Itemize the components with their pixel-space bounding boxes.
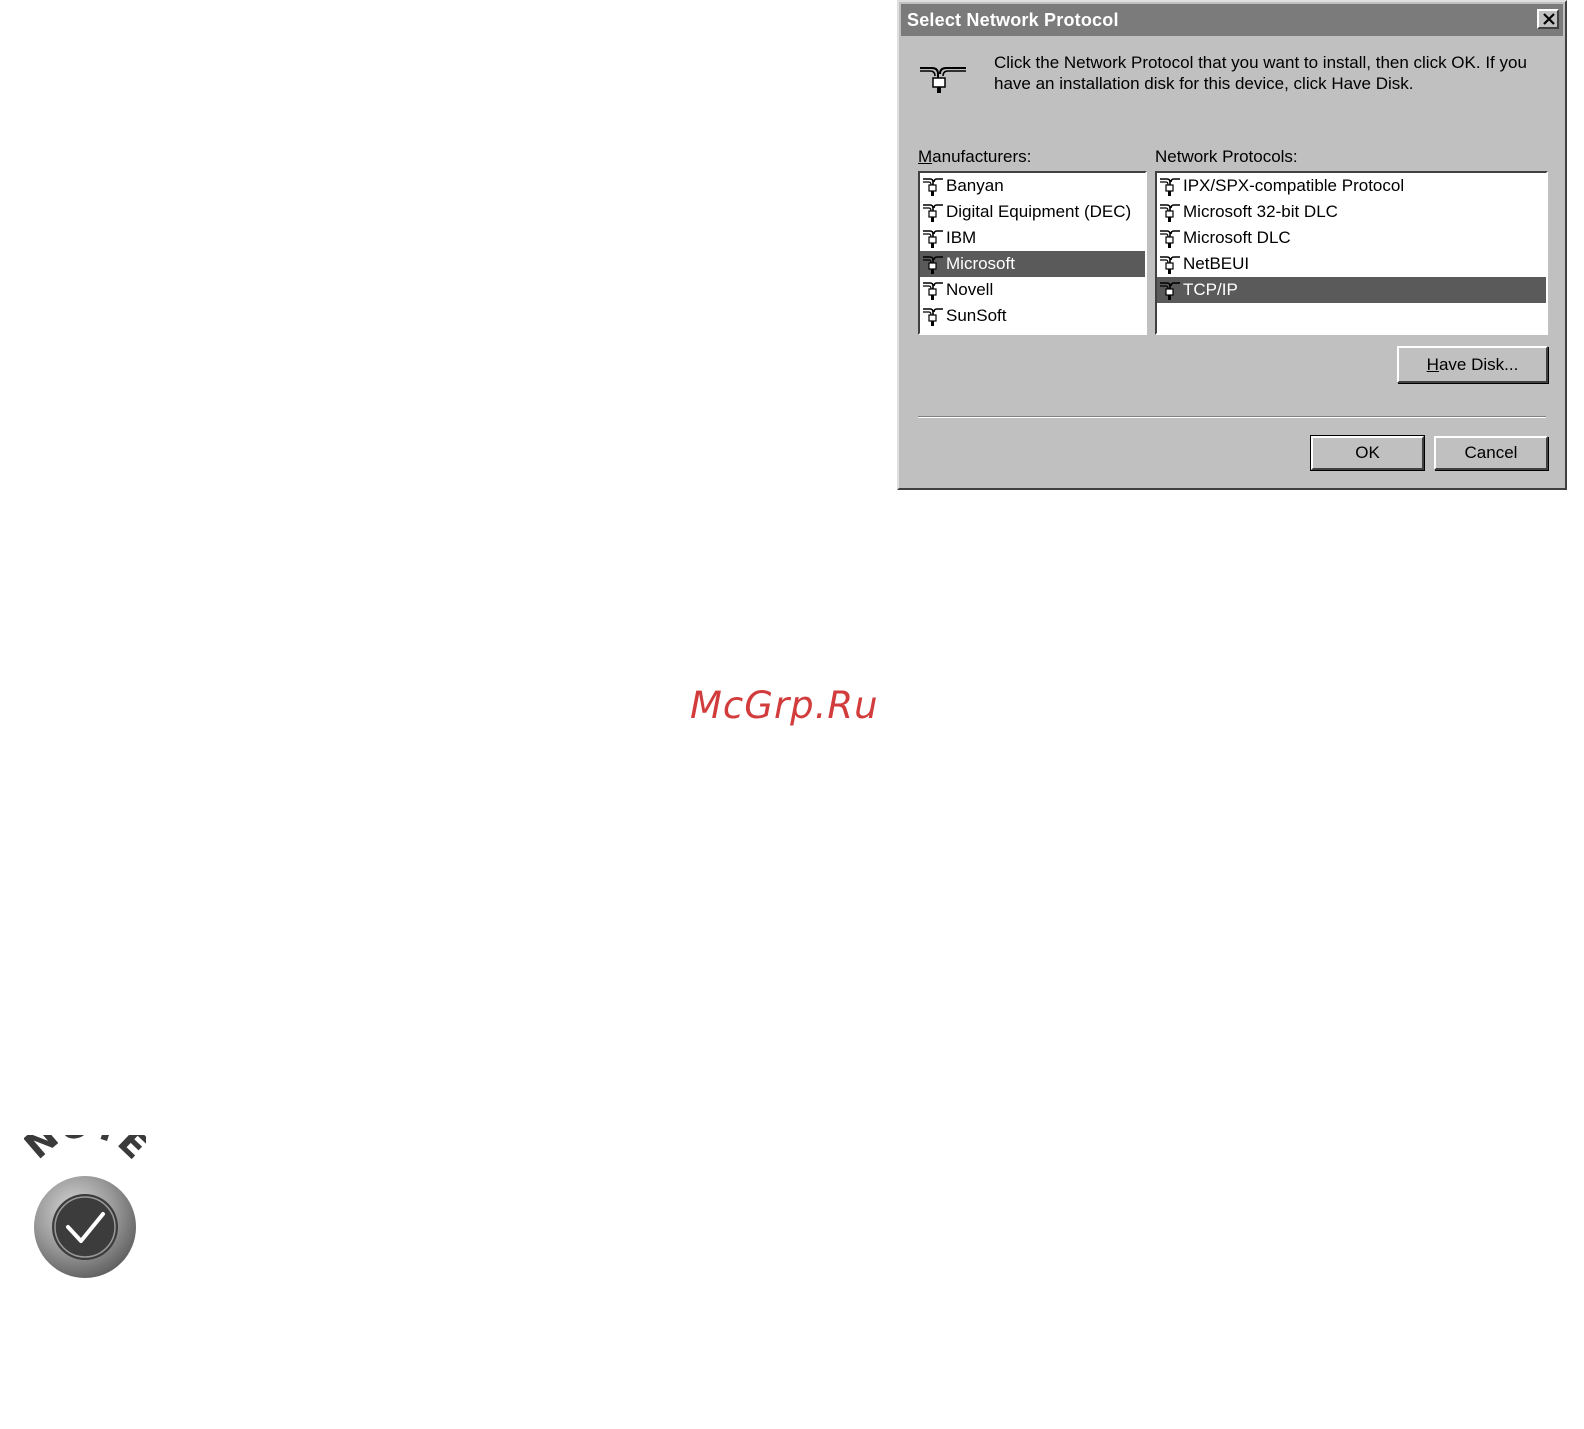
protocol-item[interactable]: Microsoft 32-bit DLC — [1157, 199, 1546, 225]
protocol-item[interactable]: IPX/SPX-compatible Protocol — [1157, 173, 1546, 199]
cancel-button[interactable]: Cancel — [1434, 436, 1548, 470]
protocol-item-label: NetBEUI — [1183, 254, 1250, 273]
protocol-item-icon — [923, 256, 943, 274]
protocol-item-icon — [1160, 230, 1180, 248]
manufacturer-item-label: IBM — [946, 228, 977, 247]
watermark-text: McGrp.Ru — [690, 684, 879, 727]
manufacturer-item[interactable]: Banyan — [920, 173, 1145, 199]
network-protocol-icon — [920, 67, 966, 93]
manufacturers-label: Manufacturers: — [918, 147, 1032, 166]
manufacturer-item-label: Microsoft — [946, 254, 1015, 273]
manufacturer-item[interactable]: Digital Equipment (DEC) — [920, 199, 1145, 225]
protocol-item[interactable]: Microsoft DLC — [1157, 225, 1546, 251]
protocol-item-label: Microsoft DLC — [1183, 228, 1291, 247]
network-protocols-label: Network Protocols: — [1155, 147, 1298, 166]
network-protocol-icon — [920, 174, 946, 198]
network-protocol-icon — [1157, 252, 1183, 276]
network-protocol-icon — [920, 200, 946, 224]
protocol-item-label: TCP/IP — [1183, 280, 1238, 299]
protocol-item-icon — [1160, 256, 1180, 274]
protocol-item-icon — [923, 230, 943, 248]
protocol-item-icon — [923, 308, 943, 326]
dialog-title: Select Network Protocol — [907, 10, 1119, 30]
note-label: NOTE — [24, 1135, 146, 1168]
protocol-item-icon — [1160, 178, 1180, 196]
network-protocols-list[interactable]: IPX/SPX-compatible Protocol Microsoft 32-… — [1155, 171, 1548, 335]
protocol-item-icon — [1160, 204, 1180, 222]
manufacturer-item-label: Novell — [946, 280, 994, 299]
network-protocol-icon — [1157, 226, 1183, 250]
separator — [918, 416, 1546, 418]
network-protocol-icon — [1157, 174, 1183, 198]
manufacturer-item[interactable]: Novell — [920, 277, 1145, 303]
protocol-item-icon — [923, 178, 943, 196]
protocol-item[interactable]: NetBEUI — [1157, 251, 1546, 277]
network-protocol-icon — [1157, 278, 1183, 302]
manufacturer-item-label: SunSoft — [946, 306, 1007, 325]
protocol-item-icon — [923, 282, 943, 300]
select-network-protocol-dialog: Select Network Protocol Click the Networ… — [897, 0, 1567, 490]
network-protocol-icon — [920, 304, 946, 328]
manufacturer-item-label: Banyan — [946, 176, 1004, 195]
instruction-text: Click the Network Protocol that you want… — [994, 53, 1527, 93]
protocol-item-label: Microsoft 32-bit DLC — [1183, 202, 1338, 221]
have-disk-button[interactable]: Have Disk... — [1397, 346, 1548, 383]
network-protocol-icon — [920, 278, 946, 302]
note-badge: NOTE — [24, 1135, 146, 1278]
protocol-item-label: IPX/SPX-compatible Protocol — [1183, 176, 1405, 195]
manufacturer-item[interactable]: SunSoft — [920, 303, 1145, 329]
ok-button[interactable]: OK — [1310, 435, 1425, 471]
protocol-item-icon — [1160, 282, 1180, 300]
network-protocol-icon — [920, 226, 946, 250]
manufacturers-list[interactable]: Banyan Digital Equipment (DEC) IBM Microsof… — [918, 171, 1147, 335]
protocol-item-icon — [923, 204, 943, 222]
manufacturer-item-label: Digital Equipment (DEC) — [946, 202, 1132, 221]
network-protocol-icon — [920, 252, 946, 276]
close-button[interactable] — [1537, 9, 1559, 29]
network-protocol-icon — [1157, 200, 1183, 224]
protocol-item[interactable]: TCP/IP — [1157, 277, 1546, 303]
manufacturer-item[interactable]: IBM — [920, 225, 1145, 251]
close-icon — [1543, 13, 1555, 25]
title-bar[interactable]: Select Network Protocol — [901, 4, 1563, 36]
manufacturer-item[interactable]: Microsoft — [920, 251, 1145, 277]
